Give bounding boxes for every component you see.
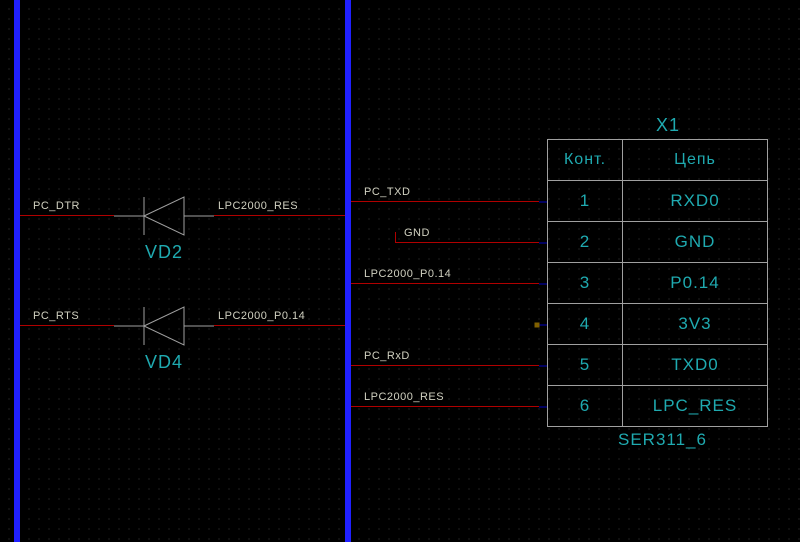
pin-num: 1 bbox=[548, 181, 623, 222]
pin-num: 5 bbox=[548, 345, 623, 386]
pin-num: 6 bbox=[548, 386, 623, 427]
wire-pin1 bbox=[351, 201, 539, 202]
connector-row: 1RXD0 bbox=[548, 181, 768, 222]
connector-header-pin: Конт. bbox=[548, 140, 623, 181]
wire-pin2 bbox=[395, 242, 539, 243]
wire-pin2-v bbox=[395, 232, 396, 243]
wire-vd2-left bbox=[20, 215, 114, 216]
pin-net: P0.14 bbox=[623, 263, 768, 304]
net-label: LPC2000_RES bbox=[218, 200, 298, 212]
connector-type: SER311_6 bbox=[618, 430, 707, 450]
pin-num: 2 bbox=[548, 222, 623, 263]
net-label: PC_TXD bbox=[364, 186, 410, 198]
pin-net: 3V3 bbox=[623, 304, 768, 345]
wire-vd2-right bbox=[214, 215, 345, 216]
pin-endpoint bbox=[535, 323, 540, 328]
pin-stub bbox=[539, 283, 547, 285]
pin-stub bbox=[539, 406, 547, 408]
net-label: LPC2000_RES bbox=[364, 391, 444, 403]
net-label: PC_RTS bbox=[33, 310, 79, 322]
bus-bar-mid bbox=[345, 0, 351, 542]
refdes-vd2: VD2 bbox=[145, 242, 183, 263]
pin-stub bbox=[539, 242, 547, 244]
wire-vd4-right bbox=[214, 325, 345, 326]
connector-header-net: Цепь bbox=[623, 140, 768, 181]
wire-pin5 bbox=[351, 365, 539, 366]
diode-symbol-vd2 bbox=[114, 193, 214, 239]
connector-row: 5TXD0 bbox=[548, 345, 768, 386]
connector-designator: X1 bbox=[656, 115, 680, 136]
connector-row: 2GND bbox=[548, 222, 768, 263]
connector-row: 3P0.14 bbox=[548, 263, 768, 304]
net-label: PC_DTR bbox=[33, 200, 80, 212]
net-label: GND bbox=[404, 227, 430, 239]
net-label: LPC2000_P0.14 bbox=[218, 310, 305, 322]
pin-num: 4 bbox=[548, 304, 623, 345]
wire-vd4-left bbox=[20, 325, 114, 326]
wire-pin6 bbox=[351, 406, 539, 407]
pin-num: 3 bbox=[548, 263, 623, 304]
wire-pin3 bbox=[351, 283, 539, 284]
pin-stub bbox=[539, 365, 547, 367]
pin-net: TXD0 bbox=[623, 345, 768, 386]
bus-bar-left bbox=[14, 0, 20, 542]
connector-row: 6LPC_RES bbox=[548, 386, 768, 427]
net-label: PC_RxD bbox=[364, 350, 410, 362]
refdes-vd4: VD4 bbox=[145, 352, 183, 373]
pin-net: RXD0 bbox=[623, 181, 768, 222]
pin-net: GND bbox=[623, 222, 768, 263]
net-label: LPC2000_P0.14 bbox=[364, 268, 451, 280]
pin-stub bbox=[539, 201, 547, 203]
pin-net: LPC_RES bbox=[623, 386, 768, 427]
diode-symbol-vd4 bbox=[114, 303, 214, 349]
connector-table: Конт. Цепь 1RXD0 2GND 3P0.14 43V3 5TXD0 … bbox=[547, 139, 768, 427]
connector-row: 43V3 bbox=[548, 304, 768, 345]
pin-stub bbox=[539, 324, 547, 326]
